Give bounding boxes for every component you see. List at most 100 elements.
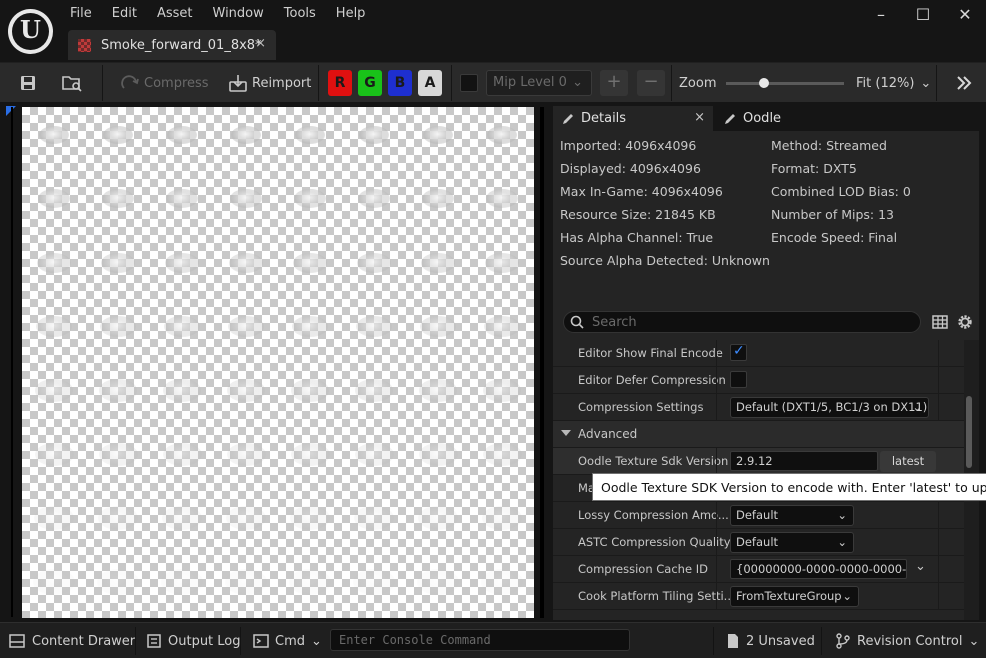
unsaved-files-icon [726, 633, 740, 649]
smoke-frame [416, 569, 460, 595]
smoke-frame [358, 189, 390, 209]
document-tab[interactable]: Smoke_forward_01_8x8* × [68, 30, 276, 60]
details-scrollbar-thumb[interactable] [966, 396, 972, 468]
minimize-button[interactable]: – [860, 0, 902, 30]
column-divider [938, 529, 939, 556]
smoke-frame [292, 315, 328, 338]
compress-icon [118, 69, 144, 97]
content-drawer-button[interactable]: Content Drawer [8, 623, 135, 658]
oodle-sdk-version-input[interactable]: 2.9.12 [730, 451, 878, 471]
maximize-button[interactable]: ☐ [902, 0, 944, 30]
green-channel-toggle[interactable]: G [358, 70, 382, 96]
menu-edit[interactable]: Edit [102, 4, 147, 26]
smoke-frame [352, 569, 396, 595]
alpha-channel-toggle[interactable]: A [418, 70, 442, 96]
gear-icon[interactable] [955, 312, 975, 332]
search-input[interactable] [592, 314, 892, 331]
tab-oodle[interactable]: Oodle [715, 106, 815, 131]
zoom-control: Zoom [679, 63, 845, 103]
lossy-compression-select[interactable]: Default ⌄ [730, 505, 854, 526]
texture-preview[interactable] [22, 107, 534, 618]
content-drawer-label: Content Drawer [32, 633, 136, 649]
column-divider [938, 556, 939, 583]
smoke-frame [37, 252, 71, 273]
smoke-frame [231, 125, 261, 144]
column-divider [938, 583, 939, 610]
smoke-frame [166, 189, 198, 209]
smoke-frame [97, 505, 139, 531]
cook-tiling-value: FromTextureGroup [736, 589, 842, 603]
info-encode-speed: Encode Speed: Final [771, 230, 898, 245]
oodle-tab-label: Oodle [743, 111, 782, 126]
cache-id-input[interactable]: {00000000-0000-0000-0000-00 [730, 559, 907, 579]
prop-label: Compression Settings [578, 400, 704, 414]
column-divider [716, 367, 717, 394]
menu-window[interactable]: Window [203, 4, 274, 26]
prop-row-editor-show-final-encode: Editor Show Final Encode [553, 340, 964, 367]
chevron-down-icon[interactable]: ⌄ [915, 559, 926, 574]
smoke-frame [32, 569, 76, 595]
info-has-alpha: Has Alpha Channel: True [560, 230, 714, 245]
latest-button[interactable]: latest [880, 451, 936, 472]
compression-settings-value: Default (DXT1/5, BC1/3 on DX11) [736, 400, 928, 414]
tab-details[interactable]: Details × [553, 106, 713, 131]
cmd-select[interactable]: Cmd ⌄ [252, 623, 322, 658]
status-separator [713, 627, 714, 655]
fit-zoom-value: Fit (12%) [856, 75, 915, 91]
mip-increase-button[interactable]: + [600, 70, 628, 96]
unsaved-button[interactable]: 2 Unsaved [726, 623, 815, 658]
smoke-frame [229, 252, 263, 273]
advanced-category[interactable]: Advanced [553, 421, 964, 448]
toolbar-overflow-button[interactable] [950, 63, 978, 103]
unreal-logo-icon[interactable]: U [8, 9, 53, 54]
red-channel-toggle[interactable]: R [328, 70, 352, 96]
fit-select[interactable]: Fit (12%) ⌄ [856, 63, 931, 103]
menu-asset[interactable]: Asset [147, 4, 203, 26]
smoke-frame [288, 569, 332, 595]
output-log-button[interactable]: Output Log [146, 623, 241, 658]
editor-show-final-encode-checkbox[interactable] [730, 343, 747, 361]
browse-asset-button[interactable] [58, 63, 86, 103]
close-window-button[interactable]: ✕ [944, 0, 986, 30]
chevron-down-icon: ⌄ [837, 508, 847, 522]
smoke-frame [33, 505, 75, 531]
reimport-button[interactable]: Reimport [224, 63, 311, 103]
console-command-input[interactable] [330, 629, 630, 651]
info-displayed: Displayed: 4096x4096 [560, 161, 701, 176]
mip-decrease-button[interactable]: − [637, 70, 665, 96]
save-icon [14, 69, 42, 97]
menu-tools[interactable]: Tools [274, 4, 326, 26]
zoom-slider[interactable] [726, 77, 845, 88]
table-view-icon[interactable] [931, 313, 949, 331]
smoke-frame [227, 379, 265, 402]
smoke-frame [163, 379, 201, 402]
lossy-compression-value: Default [736, 508, 779, 522]
smoke-frame [290, 442, 330, 466]
save-button[interactable] [14, 63, 42, 103]
window-controls: – ☐ ✕ [860, 0, 986, 30]
editor-defer-compression-checkbox[interactable] [730, 371, 747, 388]
compression-settings-select[interactable]: Default (DXT1/5, BC1/3 on DX11) ⌄ [730, 397, 929, 418]
prop-label: Cook Platform Tiling Setti... [578, 589, 735, 603]
menu-help[interactable]: Help [326, 4, 376, 26]
mip-level-select[interactable]: Mip Level 0 ⌄ [486, 70, 592, 96]
close-tab-icon[interactable]: × [694, 110, 705, 125]
mip-level-checkbox[interactable] [460, 74, 478, 92]
close-tab-icon[interactable]: × [255, 36, 266, 51]
menu-file[interactable]: File [60, 4, 102, 26]
revision-control-button[interactable]: Revision Control ⌄ [835, 623, 979, 658]
smoke-frame [228, 315, 264, 338]
astc-quality-select[interactable]: Default ⌄ [730, 532, 854, 553]
prop-row-lossy-compression: Lossy Compression Amo... Default ⌄ [553, 502, 964, 529]
details-panel: Details × Oodle Imported: 4096x4096 Disp… [553, 106, 979, 620]
revision-control-icon [835, 633, 851, 649]
smoke-frame [98, 442, 138, 466]
prop-label: Editor Show Final Encode [578, 346, 723, 360]
cook-tiling-select[interactable]: FromTextureGroup ⌄ [730, 586, 859, 607]
details-search [563, 311, 921, 333]
zoom-slider-thumb[interactable] [759, 77, 770, 88]
toolbar-separator [451, 65, 452, 101]
blue-channel-toggle[interactable]: B [388, 70, 412, 96]
smoke-frame [99, 379, 137, 402]
compress-button[interactable]: Compress [118, 63, 209, 103]
